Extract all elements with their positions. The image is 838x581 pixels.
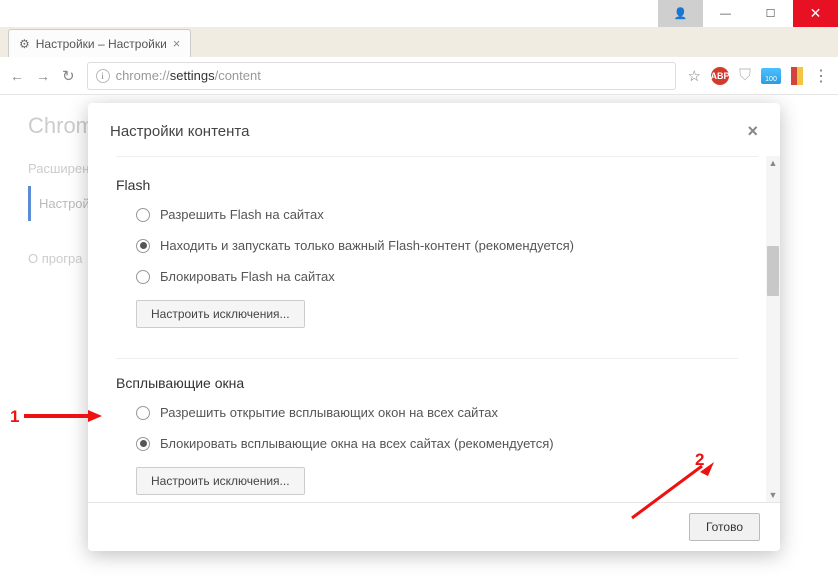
popups-exceptions-button[interactable]: Настроить исключения... bbox=[136, 467, 305, 495]
modal-footer: Готово bbox=[88, 502, 780, 551]
url-text: chrome://settings/content bbox=[116, 68, 261, 83]
content-area: Chrom Расширен Настройк О програ Настрой… bbox=[0, 95, 838, 581]
extension-badge[interactable]: 100 bbox=[761, 68, 781, 84]
flash-option-detect[interactable]: Находить и запускать только важный Flash… bbox=[136, 238, 738, 253]
gear-icon: ⚙ bbox=[19, 37, 30, 51]
scroll-up-icon[interactable]: ▲ bbox=[766, 156, 780, 170]
radio-label: Блокировать Flash на сайтах bbox=[160, 269, 335, 284]
radio-label: Блокировать всплывающие окна на всех сай… bbox=[160, 436, 554, 451]
section-popups-title: Всплывающие окна bbox=[116, 375, 738, 391]
user-icon: 👤 bbox=[674, 7, 688, 20]
flash-radio-group: Разрешить Flash на сайтах Находить и зап… bbox=[116, 207, 738, 284]
scroll-down-icon[interactable]: ▼ bbox=[766, 488, 780, 502]
radio-label: Разрешить Flash на сайтах bbox=[160, 207, 324, 222]
scrollbar-track[interactable]: ▲ ▼ bbox=[766, 156, 780, 502]
shield-icon[interactable]: ⛉ bbox=[739, 67, 751, 85]
toolbar-right: ☆ ABP ⛉ 100 ⋮ bbox=[688, 66, 828, 86]
radio-label: Разрешить открытие всплывающих окон на в… bbox=[160, 405, 498, 420]
flash-exceptions-button[interactable]: Настроить исключения... bbox=[136, 300, 305, 328]
popups-option-allow[interactable]: Разрешить открытие всплывающих окон на в… bbox=[136, 405, 738, 420]
tab-close-icon[interactable]: × bbox=[173, 36, 181, 51]
bookmark-star-icon[interactable]: ☆ bbox=[688, 67, 701, 85]
radio-icon bbox=[136, 406, 150, 420]
url-input[interactable]: i chrome://settings/content bbox=[87, 62, 676, 90]
back-button[interactable]: ← bbox=[10, 68, 24, 84]
radio-icon bbox=[136, 239, 150, 253]
tab-title: Настройки – Настройки bbox=[36, 37, 167, 51]
menu-button[interactable]: ⋮ bbox=[813, 66, 828, 86]
popups-radio-group: Разрешить открытие всплывающих окон на в… bbox=[116, 405, 738, 451]
user-button[interactable]: 👤 bbox=[658, 0, 703, 27]
adblock-icon[interactable]: ABP bbox=[711, 67, 729, 85]
radio-icon bbox=[136, 270, 150, 284]
maximize-button[interactable]: ☐ bbox=[748, 0, 793, 27]
flash-option-allow[interactable]: Разрешить Flash на сайтах bbox=[136, 207, 738, 222]
modal-body: ▲ ▼ Flash Разрешить Flash на сайтах Нахо… bbox=[88, 156, 780, 502]
modal-title: Настройки контента bbox=[110, 123, 249, 140]
bookmark-flag-icon[interactable] bbox=[791, 67, 803, 85]
browser-tab[interactable]: ⚙ Настройки – Настройки × bbox=[8, 29, 191, 57]
modal-header: Настройки контента × bbox=[88, 103, 780, 156]
modal-close-button[interactable]: × bbox=[747, 121, 758, 142]
window-titlebar: 👤 — ☐ ✕ bbox=[0, 0, 838, 27]
radio-icon bbox=[136, 208, 150, 222]
flash-option-block[interactable]: Блокировать Flash на сайтах bbox=[136, 269, 738, 284]
content-settings-modal: Настройки контента × ▲ ▼ Flash Разрешить… bbox=[88, 103, 780, 551]
section-flash-title: Flash bbox=[116, 177, 738, 193]
window-close-button[interactable]: ✕ bbox=[793, 0, 838, 27]
radio-icon bbox=[136, 437, 150, 451]
info-icon[interactable]: i bbox=[96, 69, 110, 83]
scrollbar-thumb[interactable] bbox=[767, 246, 779, 296]
done-button[interactable]: Готово bbox=[689, 513, 760, 541]
popups-option-block[interactable]: Блокировать всплывающие окна на всех сай… bbox=[136, 436, 738, 451]
browser-window: 👤 — ☐ ✕ ⚙ Настройки – Настройки × ← → ↻ … bbox=[0, 0, 838, 581]
radio-label: Находить и запускать только важный Flash… bbox=[160, 238, 574, 253]
divider bbox=[116, 358, 738, 359]
minimize-button[interactable]: — bbox=[703, 0, 748, 27]
forward-button[interactable]: → bbox=[36, 68, 50, 84]
address-bar: ← → ↻ i chrome://settings/content ☆ ABP … bbox=[0, 57, 838, 95]
reload-button[interactable]: ↻ bbox=[62, 67, 75, 85]
tab-strip: ⚙ Настройки – Настройки × bbox=[0, 27, 838, 57]
